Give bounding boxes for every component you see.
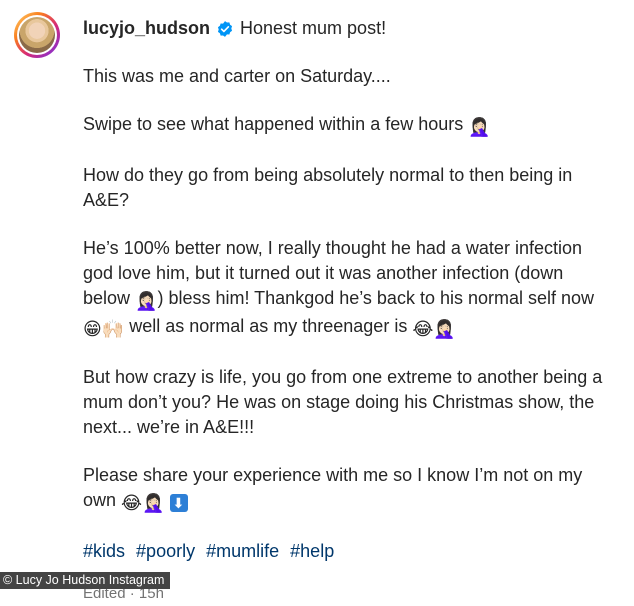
caption-paragraph-5: But how crazy is life, you go from one e…: [83, 365, 613, 440]
hashtag-list: #kids #poorly #mumlife #help: [83, 539, 613, 564]
facepalm-emoji-icon: 🤦🏻‍♀️: [135, 291, 158, 311]
caption-content: lucyjo_hudson Honest mum post! This was …: [83, 16, 613, 606]
laughing-emoji-icon: 😂: [121, 493, 143, 513]
caption-first-line: Honest mum post!: [240, 18, 387, 38]
facepalm-emoji-icon: 🤦🏻‍♀️: [142, 493, 165, 513]
image-credit: © Lucy Jo Hudson Instagram: [0, 572, 171, 589]
caption-paragraph-6: Please share your experience with me so …: [83, 463, 613, 516]
caption-text: But how crazy is life, you go from one e…: [83, 367, 603, 437]
raising-hands-emoji-icon: 🙌🏻: [101, 319, 125, 339]
caption-paragraph-1: This was me and carter on Saturday....: [83, 64, 613, 89]
hashtag-link[interactable]: #kids: [83, 541, 125, 561]
hashtag-link[interactable]: #poorly: [136, 541, 195, 561]
grimacing-emoji-icon: 😁: [83, 319, 102, 339]
hashtag-link[interactable]: #mumlife: [206, 541, 279, 561]
down-arrow-emoji-icon: ⬇: [169, 494, 188, 512]
caption-paragraph-4: He’s 100% better now, I really thought h…: [83, 236, 613, 342]
verified-badge-icon: [216, 20, 234, 38]
caption-text: ) bless him! Thankgod he’s back to his n…: [157, 288, 595, 308]
caption-text: How do they go from being absolutely nor…: [83, 165, 573, 210]
caption-text: This was me and carter on Saturday....: [83, 66, 391, 86]
caption-paragraph-3: How do they go from being absolutely nor…: [83, 163, 613, 213]
profile-photo: [19, 17, 55, 53]
avatar-ring: [17, 15, 57, 55]
avatar[interactable]: [14, 12, 60, 58]
caption-text: well as normal as my threenager is: [129, 316, 408, 336]
caption-header: lucyjo_hudson Honest mum post!: [83, 16, 613, 41]
username-link[interactable]: lucyjo_hudson: [83, 16, 210, 41]
facepalm-emoji-icon: 🤦🏻‍♀️: [433, 319, 456, 339]
instagram-post: lucyjo_hudson Honest mum post! This was …: [0, 0, 634, 602]
laughing-emoji-icon: 😂: [412, 319, 434, 339]
caption-text: Swipe to see what happened within a few …: [83, 114, 464, 134]
hashtag-link[interactable]: #help: [290, 541, 334, 561]
facepalm-emoji-icon: 🤦🏻‍♀️: [468, 117, 491, 137]
caption-paragraph-2: Swipe to see what happened within a few …: [83, 112, 613, 140]
